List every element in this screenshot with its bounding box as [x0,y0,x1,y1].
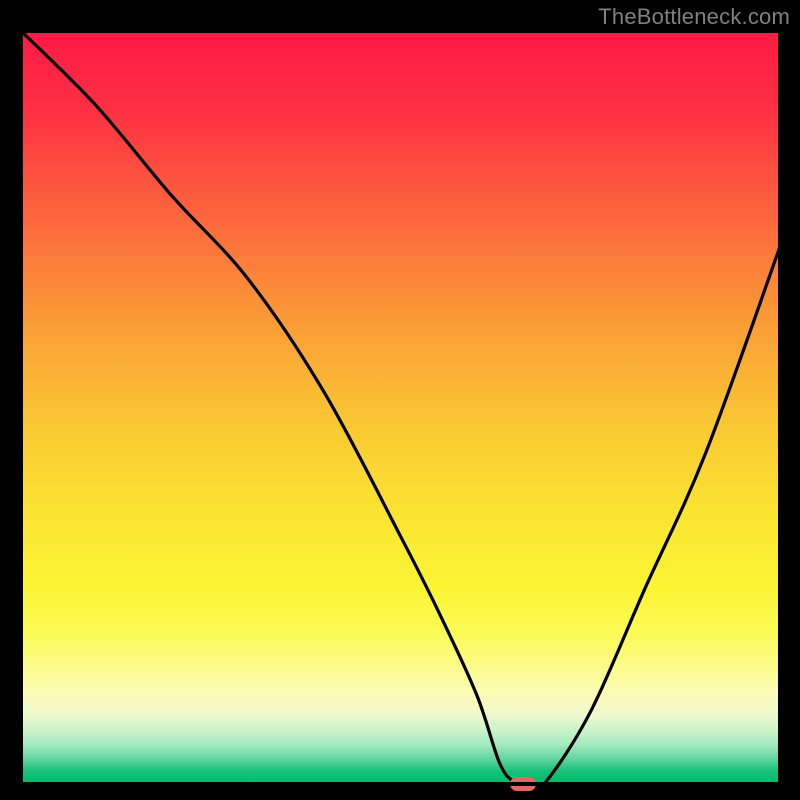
axis-left [19,29,23,786]
attribution-text: TheBottleneck.com [598,4,790,30]
axis-bottom [19,782,782,786]
axis-right [778,29,782,786]
plot-frame [19,29,782,786]
gradient-background [23,33,778,782]
chart-container: TheBottleneck.com [0,0,800,800]
